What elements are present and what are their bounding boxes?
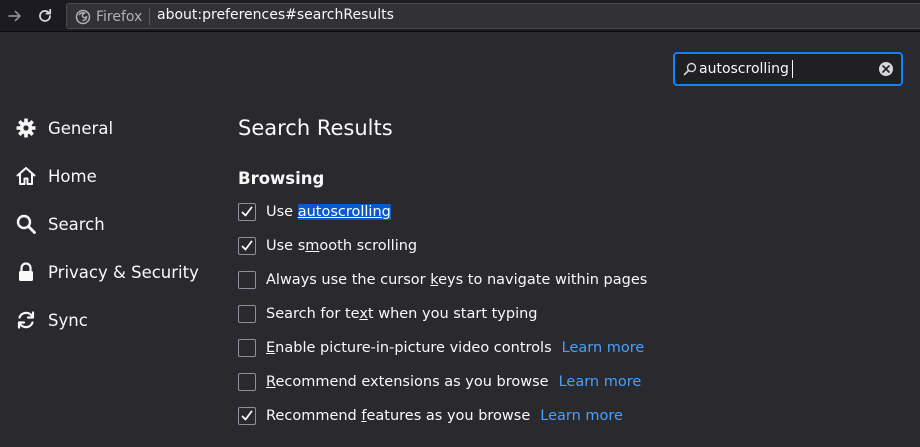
search-icon (683, 62, 697, 76)
sidebar-item-label: Search (48, 214, 105, 234)
page-title: Search Results (238, 116, 393, 140)
checkbox[interactable] (238, 373, 256, 391)
option-label: Enable picture-in-picture video controls (266, 340, 552, 356)
checkbox[interactable] (238, 237, 256, 255)
text-caret (792, 60, 793, 78)
checkbox[interactable] (238, 407, 256, 425)
url-separator (149, 8, 150, 25)
reload-icon (39, 8, 52, 22)
search-icon (14, 212, 38, 236)
identity-box[interactable]: Firefox (75, 8, 142, 25)
forward-button[interactable] (3, 4, 27, 28)
checkbox[interactable] (238, 271, 256, 289)
section-title-browsing: Browsing (238, 169, 325, 188)
sidebar-item-search[interactable]: Search (14, 204, 214, 244)
checkmark-icon (241, 240, 253, 251)
checkmark-icon (241, 410, 253, 421)
learn-more-link[interactable]: Learn more (540, 408, 623, 424)
sidebar-item-home[interactable]: Home (14, 156, 214, 196)
option-label: Recommend extensions as you browse (266, 374, 549, 390)
option-label: Recommend features as you browse (266, 408, 531, 424)
option-label: Use autoscrolling (266, 204, 391, 220)
sidebar-item-sync[interactable]: Sync (14, 300, 214, 340)
forward-arrow-icon (8, 10, 21, 22)
close-icon (882, 65, 890, 73)
checkbox[interactable] (238, 203, 256, 221)
option-picture-in-picture[interactable]: Enable picture-in-picture video controls… (238, 336, 644, 360)
sidebar-item-privacy[interactable]: Privacy & Security (14, 252, 214, 292)
preferences-search-box[interactable] (673, 52, 903, 86)
option-label: Search for text when you start typing (266, 306, 538, 322)
option-label: Always use the cursor keys to navigate w… (266, 272, 648, 288)
option-use-autoscrolling[interactable]: Use autoscrolling (238, 200, 391, 224)
sidebar-item-general[interactable]: General (14, 108, 214, 148)
sidebar-item-label: Sync (48, 310, 88, 330)
sync-icon (14, 308, 38, 332)
learn-more-link[interactable]: Learn more (562, 340, 645, 356)
search-match-highlight: autoscrolling (297, 204, 391, 220)
firefox-logo-icon (75, 9, 91, 24)
url-text[interactable]: about:preferences#searchResults (157, 7, 394, 23)
reload-button[interactable] (33, 4, 57, 28)
checkbox[interactable] (238, 339, 256, 357)
option-smooth-scrolling[interactable]: Use smooth scrolling (238, 234, 417, 258)
option-recommend-features[interactable]: Recommend features as you browse Learn m… (238, 404, 623, 428)
sidebar-item-label: Home (48, 166, 97, 186)
checkmark-icon (241, 206, 253, 217)
identity-label: Firefox (96, 8, 143, 25)
option-search-when-typing[interactable]: Search for text when you start typing (238, 302, 538, 326)
browser-toolbar: Firefox about:preferences#searchResults (0, 0, 920, 32)
sidebar-item-label: Privacy & Security (48, 262, 199, 282)
home-icon (14, 164, 38, 188)
gear-icon (14, 116, 38, 140)
checkbox[interactable] (238, 305, 256, 323)
clear-search-button[interactable] (879, 62, 893, 76)
lock-icon (14, 260, 38, 284)
option-label: Use smooth scrolling (266, 238, 418, 254)
sidebar-item-label: General (48, 118, 114, 138)
preferences-search-input[interactable] (699, 58, 869, 80)
learn-more-link[interactable]: Learn more (559, 374, 642, 390)
url-bar[interactable]: Firefox about:preferences#searchResults (66, 3, 920, 29)
option-recommend-extensions[interactable]: Recommend extensions as you browse Learn… (238, 370, 641, 394)
option-cursor-keys[interactable]: Always use the cursor keys to navigate w… (238, 268, 647, 292)
